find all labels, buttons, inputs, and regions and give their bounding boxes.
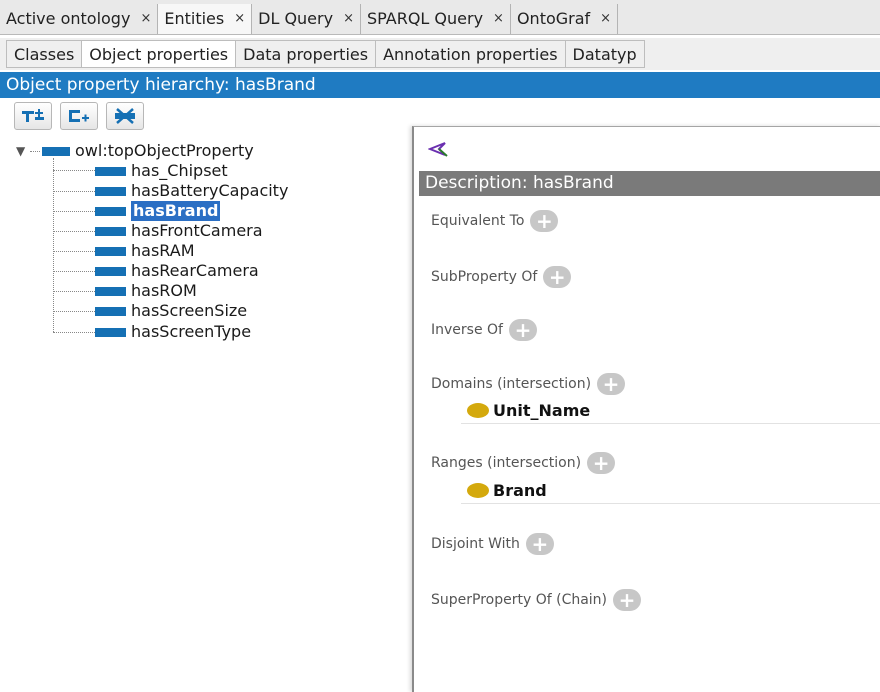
tree-item-label: hasScreenType [131, 322, 252, 341]
add-property-chain-button[interactable]: + [613, 589, 642, 611]
object-property-icon [95, 306, 126, 316]
tree-item-has-ram[interactable]: hasRAM [95, 241, 195, 261]
class-icon [467, 403, 489, 418]
object-property-icon [95, 206, 126, 216]
range-entry[interactable]: Brand [461, 478, 880, 504]
tree-item-label-selected: hasBrand [131, 201, 221, 221]
tree-item-label: hasRearCamera [131, 261, 259, 280]
tree-item-root[interactable]: ▼ owl:topObjectProperty [16, 141, 254, 161]
description-panel: Description: hasBrand Equivalent To + Su… [412, 126, 880, 692]
description-title: Description: hasBrand [419, 171, 880, 196]
subtab-datatypes[interactable]: Datatyp [565, 40, 645, 68]
tree-item-label: owl:topObjectProperty [75, 141, 254, 160]
object-property-icon [95, 266, 126, 276]
section-label: Ranges (intersection) [431, 455, 582, 471]
domain-value: Unit_Name [493, 401, 591, 420]
tree-item-label: hasScreenSize [131, 301, 248, 320]
object-property-icon [95, 226, 126, 236]
object-property-tree: ▼ owl:topObjectProperty has_Chipset hasB… [0, 0, 410, 551]
subproperty-of-section: SubProperty Of + [431, 266, 572, 288]
tree-item-has-screen-size[interactable]: hasScreenSize [95, 301, 247, 321]
object-property-icon [95, 166, 126, 176]
tree-item-has-rom[interactable]: hasROM [95, 281, 197, 301]
view-pin-icon[interactable] [428, 141, 448, 157]
tab-ontograf[interactable]: OntoGraf × [511, 4, 619, 34]
section-label: Domains (intersection) [431, 376, 592, 392]
class-icon [467, 483, 489, 498]
section-label: Disjoint With [431, 536, 520, 552]
tree-item-label: hasROM [131, 281, 197, 300]
tree-item-label: hasRAM [131, 241, 195, 260]
domain-entry[interactable]: Unit_Name [461, 398, 880, 424]
add-equivalent-button[interactable]: + [530, 210, 559, 232]
object-property-icon [95, 286, 126, 296]
superproperty-chain-section: SuperProperty Of (Chain) + [431, 589, 642, 611]
object-property-icon [42, 146, 70, 156]
inverse-of-section: Inverse Of + [431, 319, 537, 341]
tree-item-has-screen-type[interactable]: hasScreenType [95, 322, 251, 342]
tree-item-label: has_Chipset [131, 161, 228, 180]
section-label: SubProperty Of [431, 269, 538, 285]
section-label: SuperProperty Of (Chain) [431, 592, 608, 608]
object-property-icon [95, 246, 126, 256]
section-label: Inverse Of [431, 322, 503, 338]
tree-item-label: hasFrontCamera [131, 221, 263, 240]
close-icon[interactable]: × [600, 4, 611, 34]
add-disjoint-button[interactable]: + [525, 533, 554, 555]
expand-triangle-icon[interactable]: ▼ [16, 141, 28, 161]
tree-item-has-front-camera[interactable]: hasFrontCamera [95, 221, 263, 241]
tree-item-has-battery-capacity[interactable]: hasBatteryCapacity [95, 181, 288, 201]
object-property-icon [95, 186, 126, 196]
close-icon[interactable]: × [493, 4, 504, 34]
tree-item-has-chipset[interactable]: has_Chipset [95, 161, 228, 181]
ranges-section: Ranges (intersection) + [431, 452, 616, 474]
add-subproperty-of-button[interactable]: + [543, 266, 572, 288]
tree-item-has-brand[interactable]: hasBrand [95, 201, 221, 221]
range-value: Brand [493, 481, 547, 500]
section-label: Equivalent To [431, 213, 525, 229]
tree-item-has-rear-camera[interactable]: hasRearCamera [95, 261, 259, 281]
tab-label: OntoGraf [516, 9, 591, 28]
object-property-icon [95, 327, 126, 337]
domains-section: Domains (intersection) + [431, 373, 626, 395]
tree-item-label: hasBatteryCapacity [131, 181, 289, 200]
add-range-button[interactable]: + [587, 452, 616, 474]
disjoint-with-section: Disjoint With + [431, 533, 554, 555]
add-domain-button[interactable]: + [597, 373, 626, 395]
equivalent-to-section: Equivalent To + [431, 210, 559, 232]
tree-connector-line [30, 150, 40, 152]
add-inverse-button[interactable]: + [508, 319, 537, 341]
